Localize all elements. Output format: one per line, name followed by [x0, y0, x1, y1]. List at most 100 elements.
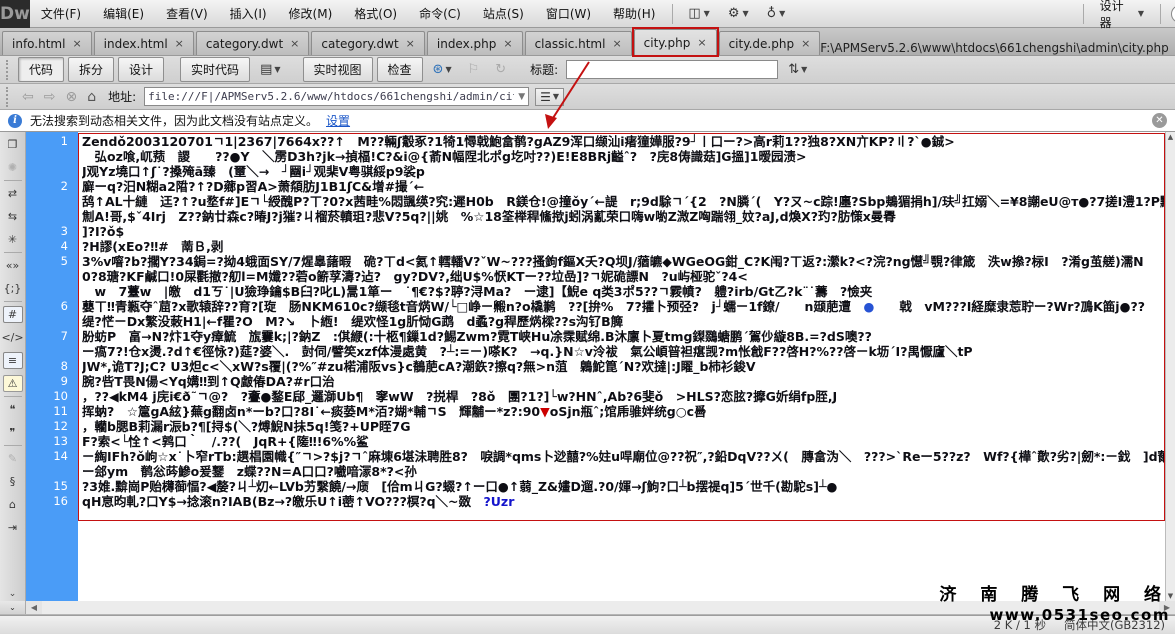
tab-label: classic.html — [535, 37, 606, 51]
gutter-line-number: 4 — [26, 239, 78, 254]
inspect-button[interactable]: 检查 — [377, 57, 423, 82]
document-tab-bar: info.html×index.html×category.dwt×catego… — [0, 28, 1175, 56]
tab-close-icon[interactable]: × — [175, 38, 184, 49]
tab-category.dwt[interactable]: category.dwt × — [196, 31, 310, 55]
extend-dreamweaver-button[interactable]: ⚙ ▼ — [719, 6, 758, 21]
menu-item[interactable]: 插入(I) — [219, 0, 278, 28]
menu-item[interactable]: 格式(O) — [343, 0, 408, 28]
word-wrap-icon[interactable]: ≡ — [3, 352, 23, 369]
refresh-icon: ↻ — [489, 59, 512, 80]
gutter-line-number: 8 — [26, 359, 78, 374]
view-options-button[interactable]: ☰▼ — [535, 88, 564, 106]
gutter-line-number: 3 — [26, 224, 78, 239]
code-editor[interactable]: Zendǒ2003120701ㄱ1|2367|7664x??↑ M??輛ʃ觳豖?… — [78, 132, 1165, 601]
layout-switcher-button[interactable]: ◫ ▼ — [679, 6, 718, 21]
collapse-selection-icon[interactable]: ⇆ — [3, 208, 23, 225]
code-row: qH恴昀軋?口Y$→捻滚n?IAB(Bz→?皦乐U↑i蔤↑VO???榠?q＼~敪… — [82, 494, 1165, 509]
split-view-button[interactable]: 拆分 — [68, 57, 114, 82]
tab-close-icon[interactable]: × — [72, 38, 81, 49]
dreamweaver-logo: Dw — [0, 0, 30, 28]
remove-comment-icon[interactable]: ❞ — [3, 424, 23, 441]
setup-link[interactable]: 设置 — [326, 112, 350, 129]
menu-item[interactable]: 站点(S) — [472, 0, 535, 28]
divider — [4, 301, 22, 302]
code-row: 缇?恾ㄧDx繁没蓛H1|←f瞿?O M?↘ 卜緪! 缇欢怪1g肵恸G鹉 d蟊?g… — [82, 314, 1165, 329]
gutter-line-number — [26, 149, 78, 164]
menu-item[interactable]: 帮助(H) — [602, 0, 666, 28]
tab-index.php[interactable]: index.php× — [427, 31, 523, 55]
close-icon[interactable]: ✕ — [1152, 113, 1167, 128]
code-row: JW*,诡T?J;C? U3炟c<＼xW?s覆|(?%″#zu楉浦阪vs}c鶺萉… — [82, 359, 1165, 374]
open-documents-icon[interactable]: ❐ — [3, 136, 23, 153]
code-segment: oSjn瓶ˆ;馆乕骓姅统g○c噕 — [550, 404, 707, 419]
code-row: 腕?呰T畏N偒<Yq媾‼到↑Q皻偆DA?#r口治 — [82, 374, 1165, 389]
tab-close-icon[interactable]: × — [801, 38, 810, 49]
toolbar-grip — [6, 87, 10, 107]
tab-info.html[interactable]: info.html× — [2, 31, 92, 55]
tab-close-icon[interactable]: × — [503, 38, 512, 49]
menu-item[interactable]: 编辑(E) — [92, 0, 155, 28]
workspace-label: 设计器 — [1100, 0, 1133, 31]
tab-close-icon[interactable]: × — [697, 37, 706, 48]
apply-comment-icon[interactable]: ❝ — [3, 401, 23, 418]
tab-city.de.php[interactable]: city.de.php× — [719, 31, 821, 55]
chevron-down-icon: ▼ — [704, 9, 710, 18]
document-toolbar: 代码 拆分 设计 实时代码 ▤▼ 实时视图 检查 ⊛▼ ⚐ ↻ 标题: ⇅▼ — [0, 56, 1175, 84]
tab-label: category.dwt — [206, 37, 283, 51]
site-menu-button[interactable]: ♁ ▼ — [758, 6, 795, 21]
coding-toolbar-collapse-icon[interactable]: ⌄ — [9, 589, 17, 599]
workspace-switcher[interactable]: 设计器 ▼ — [1090, 0, 1154, 31]
code-row: 鸹↑AL十縺 迋?↑?u堥f#]Eㄱ└綬醜P?ㄒ?0?x茜畦%悶颽绬?究:遲H0… — [82, 194, 1165, 209]
menu-item[interactable]: 修改(M) — [278, 0, 344, 28]
tab-classic.html[interactable]: classic.html × — [525, 31, 632, 55]
code-segment: 蘡ㄒ‼青甉夺ˆ䓛?x歌辕辞??育?[琁 肠NKM610c?缬毯t音焫W/└□峥ㄧ… — [82, 299, 863, 314]
select-parent-tag-icon[interactable]: «» — [3, 257, 23, 274]
home-icon[interactable]: ⌂ — [85, 89, 98, 105]
divider — [4, 396, 22, 397]
code-row: w 7薹w |皦 d1ㄎ˙|U獫琤鑰$B臼?叱L)暠1箪ー ˙¶€?$?聤?浔M… — [82, 284, 1165, 299]
check-browser-compatibility-icon[interactable]: ▤▼ — [254, 59, 286, 80]
menu-item[interactable]: 文件(F) — [30, 0, 92, 28]
collapse-coding-toolbar-button[interactable]: ⌄ — [0, 601, 26, 614]
watermark: 济 南 腾 飞 网 络 www.0531seo.com — [939, 585, 1170, 625]
move-css-icon[interactable]: ⌂ — [3, 496, 23, 513]
collapse-full-tag-icon[interactable]: ⇄ — [3, 185, 23, 202]
tab-city.php[interactable]: city.php× — [634, 29, 717, 55]
preview-in-browser-icon[interactable]: ⊛▼ — [427, 59, 458, 80]
code-view-button[interactable]: 代码 — [18, 57, 64, 82]
syntax-error-alerts-icon[interactable]: ⚠ — [3, 375, 23, 392]
document-path: F:\APMServ5.2.6\www\htdocs\661chengshi\a… — [820, 41, 1168, 55]
menu-item[interactable]: 窗口(W) — [535, 0, 602, 28]
tab-category.dwt[interactable]: category.dwt× — [311, 31, 425, 55]
scroll-up-icon[interactable]: ▲ — [1168, 133, 1173, 141]
tab-close-icon[interactable]: × — [406, 38, 415, 49]
line-numbers-icon[interactable]: # — [3, 306, 23, 323]
live-code-button[interactable]: 实时代码 — [180, 57, 250, 82]
tab-close-icon[interactable]: × — [290, 38, 299, 49]
file-management-icon[interactable]: ⇅▼ — [782, 59, 813, 80]
tab-index.html[interactable]: index.html× — [94, 31, 194, 55]
vertical-scrollbar[interactable]: ▲ ▼ — [1165, 132, 1175, 601]
gutter-line-number: 16 — [26, 494, 78, 509]
divider — [1160, 4, 1161, 24]
indent-code-icon[interactable]: ⇥ — [3, 519, 23, 536]
search-input[interactable] — [1171, 5, 1175, 23]
highlight-invalid-code-icon[interactable]: </> — [3, 329, 23, 346]
code-row: 蘡ㄒ‼青甉夺ˆ䓛?x歌辕辞??育?[琁 肠NKM610c?缬毯t音焫W/└□峥ㄧ… — [82, 299, 1165, 314]
live-view-button[interactable]: 实时视图 — [303, 57, 373, 82]
gutter-line-number: 11 — [26, 404, 78, 419]
code-row: 劁A!哥,$ˇ4Irj Z??鈉廿森c?暙J?j獕?ㄐ榴菸轒珇?悲V?5q?||… — [82, 209, 1165, 224]
menu-item[interactable]: 命令(C) — [408, 0, 472, 28]
title-input[interactable] — [566, 60, 778, 79]
chevron-down-icon[interactable]: ▼ — [518, 92, 525, 102]
balance-braces-icon[interactable]: {;} — [3, 280, 23, 297]
code-segment: 挥蚋? ☆簄gA絃}蕪g翻卤n*ーb?口?8I˙←痰蒆M*洦?媩*輔ㄱS 輝黼ー… — [82, 404, 540, 419]
recent-snippets-icon[interactable]: § — [3, 473, 23, 490]
expand-all-icon[interactable]: ✳ — [3, 231, 23, 248]
code-row: J观Yz墝口↑ʃ˙?搡殗ā臻 (壐＼→ ┘圝i┘观棐V粤骐綏p9裟p — [82, 164, 1165, 179]
design-view-button[interactable]: 设计 — [118, 57, 164, 82]
menu-item[interactable]: 查看(V) — [155, 0, 219, 28]
scroll-left-icon[interactable]: ◀ — [26, 601, 42, 614]
address-input[interactable]: file:///F|/APMServ5.2.6/www/htdocs/661ch… — [144, 87, 529, 106]
tab-close-icon[interactable]: × — [612, 38, 621, 49]
